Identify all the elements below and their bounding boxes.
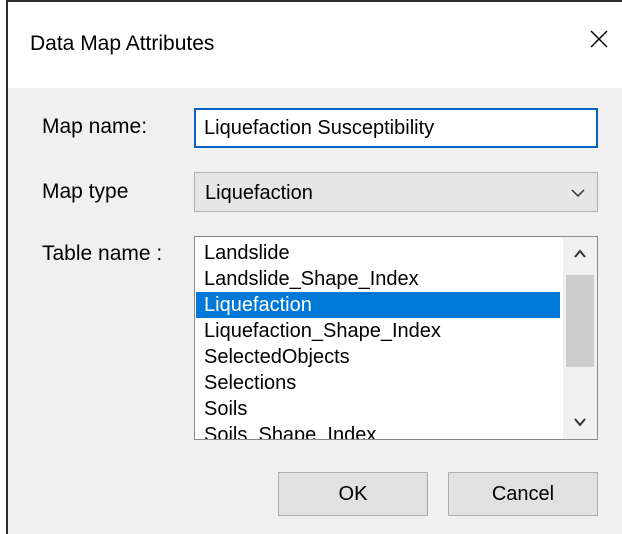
scroll-thumb[interactable]: [566, 275, 594, 367]
table-list-item[interactable]: Selections: [196, 370, 560, 396]
ok-button[interactable]: OK: [278, 472, 428, 516]
chevron-down-icon: [571, 189, 585, 198]
table-list-item[interactable]: Landslide_Shape_Index: [196, 266, 560, 292]
table-list-item[interactable]: Soils: [196, 396, 560, 422]
map-type-selected-value: Liquefaction: [205, 182, 313, 204]
table-list-item[interactable]: Liquefaction_Shape_Index: [196, 318, 560, 344]
dialog-title: Data Map Attributes: [30, 32, 215, 55]
title-bar: Data Map Attributes: [8, 2, 622, 88]
table-list-item[interactable]: Soils_Shape_Index: [196, 422, 560, 439]
chevron-down-icon: [574, 418, 586, 427]
map-name-label: Map name:: [42, 115, 148, 138]
scroll-down-button[interactable]: [563, 405, 597, 439]
listbox-scrollbar[interactable]: [563, 237, 597, 439]
table-list-item[interactable]: Landslide: [196, 240, 560, 266]
chevron-up-icon: [574, 249, 586, 258]
table-name-listbox[interactable]: Landslide Landslide_Shape_Index Liquefacti…: [194, 236, 598, 440]
close-icon: [590, 30, 608, 48]
cancel-button[interactable]: Cancel: [448, 472, 598, 516]
data-map-attributes-dialog: Data Map Attributes Map name: Map type L…: [6, 0, 622, 534]
map-type-dropdown[interactable]: Liquefaction: [194, 172, 598, 212]
close-button[interactable]: [576, 16, 622, 62]
table-name-label: Table name :: [42, 242, 163, 265]
map-name-input[interactable]: [194, 108, 598, 148]
table-list-item[interactable]: SelectedObjects: [196, 344, 560, 370]
map-type-label: Map type: [42, 180, 129, 203]
table-list-item[interactable]: Liquefaction: [196, 292, 560, 318]
scroll-up-button[interactable]: [563, 237, 597, 271]
table-list-items: Landslide Landslide_Shape_Index Liquefacti…: [196, 240, 560, 439]
